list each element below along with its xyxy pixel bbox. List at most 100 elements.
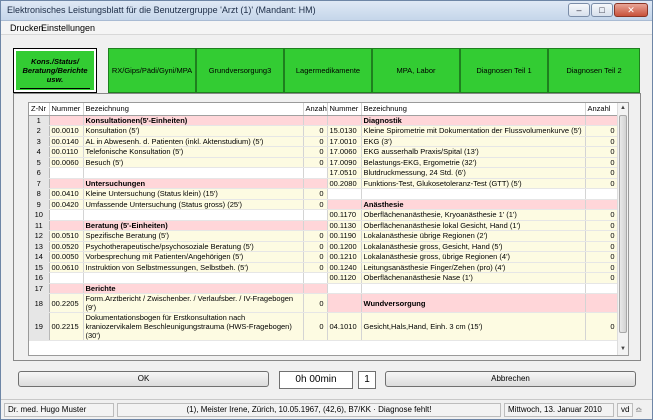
right-bezeichnung[interactable]: Leitungsanästhesie Finger/Zehen (pro) (4… bbox=[361, 262, 586, 273]
right-anzahl[interactable] bbox=[585, 283, 619, 294]
right-nummer[interactable]: 17.0090 bbox=[327, 157, 362, 168]
table-row[interactable]: 6 17.0510 Blutdruckmessung, 24 Std. (6') 0 bbox=[29, 167, 619, 179]
left-bezeichnung[interactable]: Psychotherapeutische/psychosoziale Berat… bbox=[83, 241, 304, 252]
menu-einstellungen[interactable]: Einstellungen bbox=[41, 23, 95, 33]
right-bezeichnung[interactable]: Lokalanästhesie gross, übrige Regionen (… bbox=[361, 251, 586, 263]
right-bezeichnung[interactable]: EKG ausserhalb Praxis/Spital (13') bbox=[361, 146, 586, 158]
right-anzahl[interactable] bbox=[585, 199, 619, 210]
left-nummer[interactable]: 00.2205 bbox=[49, 293, 84, 313]
right-nummer[interactable]: 00.1200 bbox=[327, 241, 362, 252]
table-row[interactable]: 16 00.1120 Oberflächenanästhesie Nase (1')… bbox=[29, 272, 619, 284]
right-bezeichnung[interactable]: Anästhesie bbox=[361, 199, 586, 210]
left-anzahl[interactable] bbox=[303, 167, 328, 179]
table-row[interactable]: 18 00.2205 Form.Arztbericht / Zwischenber.… bbox=[29, 293, 619, 313]
left-bezeichnung[interactable] bbox=[83, 272, 304, 284]
left-bezeichnung[interactable]: Form.Arztbericht / Zwischenber. / Verlau… bbox=[83, 293, 304, 313]
left-nummer[interactable]: 00.0110 bbox=[49, 146, 84, 158]
col-bezeichnung-left[interactable]: Bezeichnung bbox=[83, 103, 304, 116]
right-nummer[interactable] bbox=[327, 293, 362, 313]
right-anzahl[interactable]: 0 bbox=[585, 272, 619, 284]
left-nummer[interactable]: 00.0510 bbox=[49, 230, 84, 242]
left-bezeichnung[interactable]: Beratung (5'-Einheiten) bbox=[83, 220, 304, 231]
right-anzahl[interactable]: 0 bbox=[585, 220, 619, 231]
left-nummer[interactable] bbox=[49, 167, 84, 179]
left-bezeichnung[interactable]: Berichte bbox=[83, 283, 304, 294]
left-anzahl[interactable]: 0 bbox=[303, 262, 328, 273]
right-nummer[interactable]: 17.0060 bbox=[327, 146, 362, 158]
right-nummer[interactable] bbox=[327, 115, 362, 126]
right-nummer[interactable]: 00.1190 bbox=[327, 230, 362, 242]
left-bezeichnung[interactable]: Untersuchungen bbox=[83, 178, 304, 189]
count-field[interactable]: 1 bbox=[358, 371, 376, 389]
left-anzahl[interactable] bbox=[303, 178, 328, 189]
right-nummer[interactable]: 17.0510 bbox=[327, 167, 362, 179]
scroll-down-icon[interactable]: ▼ bbox=[619, 345, 627, 354]
right-nummer[interactable]: 17.0010 bbox=[327, 136, 362, 147]
col-bezeichnung-right[interactable]: Bezeichnung bbox=[361, 103, 586, 116]
right-nummer[interactable]: 00.1120 bbox=[327, 272, 362, 284]
right-bezeichnung[interactable]: Funktions-Test, Glukosetoleranz-Test (GT… bbox=[361, 178, 586, 189]
table-row[interactable]: 11 Beratung (5'-Einheiten) 00.1130 Oberfläc… bbox=[29, 220, 619, 231]
left-anzahl[interactable] bbox=[303, 220, 328, 231]
right-nummer[interactable] bbox=[327, 283, 362, 294]
left-nummer[interactable]: 00.0060 bbox=[49, 157, 84, 168]
tab-mpa-labor[interactable]: MPA, Labor bbox=[372, 48, 460, 93]
left-nummer[interactable] bbox=[49, 272, 84, 284]
right-nummer[interactable] bbox=[327, 188, 362, 200]
right-bezeichnung[interactable]: Diagnostik bbox=[361, 115, 586, 126]
col-anzahl-right[interactable]: Anzahl bbox=[585, 103, 619, 116]
col-nummer-right[interactable]: Nummer bbox=[327, 103, 362, 116]
cancel-button[interactable]: Abbrechen bbox=[385, 371, 636, 387]
left-anzahl[interactable]: 0 bbox=[303, 146, 328, 158]
left-anzahl[interactable]: 0 bbox=[303, 157, 328, 168]
tab-grundversorgung3[interactable]: Grundversorgung3 bbox=[196, 48, 284, 93]
right-anzahl[interactable] bbox=[585, 115, 619, 126]
table-row[interactable]: 3 00.0140 AL in Abwesenh. d. Patienten (in… bbox=[29, 136, 619, 147]
right-bezeichnung[interactable]: Kleine Spirometrie mit Dokumentation der… bbox=[361, 125, 586, 137]
left-nummer[interactable] bbox=[49, 220, 84, 231]
left-bezeichnung[interactable]: AL in Abwesenh. d. Patienten (inkl. Akte… bbox=[83, 136, 304, 147]
left-nummer[interactable]: 00.0050 bbox=[49, 251, 84, 263]
scroll-thumb[interactable] bbox=[619, 115, 627, 333]
table-row[interactable]: 5 00.0060 Besuch (5') 0 17.0090 Belastungs-EK… bbox=[29, 157, 619, 168]
right-nummer[interactable]: 00.1240 bbox=[327, 262, 362, 273]
maximize-icon[interactable]: □ bbox=[591, 3, 613, 17]
left-anzahl[interactable]: 0 bbox=[303, 293, 328, 313]
time-field[interactable]: 0h 00min bbox=[279, 371, 353, 389]
table-row[interactable]: 13 00.0520 Psychotherapeutische/psychosozi… bbox=[29, 241, 619, 252]
left-nummer[interactable]: 00.0610 bbox=[49, 262, 84, 273]
left-anzahl[interactable] bbox=[303, 209, 328, 221]
left-anzahl[interactable]: 0 bbox=[303, 199, 328, 210]
left-bezeichnung[interactable]: Spezifische Beratung (5') bbox=[83, 230, 304, 242]
left-bezeichnung[interactable] bbox=[83, 209, 304, 221]
right-anzahl[interactable] bbox=[585, 293, 619, 313]
right-anzahl[interactable]: 0 bbox=[585, 312, 619, 341]
table-row[interactable]: 17 Berichte bbox=[29, 283, 619, 294]
right-anzahl[interactable]: 0 bbox=[585, 262, 619, 273]
table-row[interactable]: 9 00.0420 Umfassende Untersuchung (Status … bbox=[29, 199, 619, 210]
right-bezeichnung[interactable]: Wundversorgung bbox=[361, 293, 586, 313]
col-nummer-left[interactable]: Nummer bbox=[49, 103, 84, 116]
left-anzahl[interactable] bbox=[303, 115, 328, 126]
left-anzahl[interactable] bbox=[303, 283, 328, 294]
left-bezeichnung[interactable]: Kleine Untersuchung (Status klein) (15') bbox=[83, 188, 304, 200]
col-zn[interactable]: Z-Nr bbox=[29, 103, 50, 116]
right-nummer[interactable]: 15.0130 bbox=[327, 125, 362, 137]
tab-diagnosen-2[interactable]: Diagnosen Teil 2 bbox=[548, 48, 640, 93]
left-bezeichnung[interactable]: Vorbesprechung mit Patienten/Angehörigen… bbox=[83, 251, 304, 263]
table-row[interactable]: 12 00.0510 Spezifische Beratung (5') 0 00.11… bbox=[29, 230, 619, 242]
right-anzahl[interactable]: 0 bbox=[585, 241, 619, 252]
right-anzahl[interactable] bbox=[585, 188, 619, 200]
tab-lagermedikamente[interactable]: Lagermedikamente bbox=[284, 48, 372, 93]
left-bezeichnung[interactable] bbox=[83, 167, 304, 179]
table-row[interactable]: 14 00.0050 Vorbesprechung mit Patienten/An… bbox=[29, 251, 619, 263]
left-anzahl[interactable]: 0 bbox=[303, 241, 328, 252]
left-bezeichnung[interactable]: Telefonische Konsultation (5') bbox=[83, 146, 304, 158]
left-nummer[interactable]: 00.2215 bbox=[49, 312, 84, 341]
left-nummer[interactable]: 00.0520 bbox=[49, 241, 84, 252]
right-anzahl[interactable]: 0 bbox=[585, 251, 619, 263]
right-anzahl[interactable]: 0 bbox=[585, 178, 619, 189]
right-bezeichnung[interactable]: Blutdruckmessung, 24 Std. (6') bbox=[361, 167, 586, 179]
left-nummer[interactable]: 00.0140 bbox=[49, 136, 84, 147]
left-nummer[interactable] bbox=[49, 178, 84, 189]
